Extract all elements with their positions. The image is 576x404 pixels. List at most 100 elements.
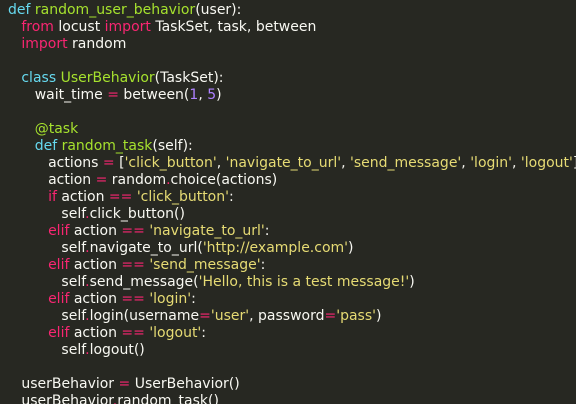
code-token: random_task()	[117, 393, 219, 404]
code-token: action	[73, 325, 122, 341]
code-token: 'Hello, this is a test message!'	[198, 274, 410, 290]
code-token: import	[21, 36, 73, 52]
code-token: )	[409, 274, 415, 290]
code-token: ==	[121, 223, 145, 239]
code-token: elif	[48, 257, 74, 273]
code-token: ==	[108, 189, 133, 205]
code-line: if action == 'click_button':	[8, 189, 576, 206]
code-token: 'login'	[470, 155, 513, 171]
code-token: userBehavior	[21, 393, 113, 404]
code-token: action	[73, 291, 122, 307]
code-token: (user):	[195, 2, 242, 18]
code-token: from	[21, 19, 59, 35]
code-token: self	[61, 274, 86, 290]
code-token: @task	[34, 121, 79, 137]
code-token: 'user'	[210, 308, 250, 324]
code-token: )	[216, 87, 222, 103]
code-token: )	[348, 240, 354, 256]
code-token: :	[260, 257, 266, 273]
code-line: import random	[8, 36, 576, 53]
code-token: action	[61, 189, 109, 205]
code-token: (TaskSet):	[154, 70, 224, 86]
code-token: elif	[48, 223, 74, 239]
code-token: ==	[121, 257, 145, 273]
code-token: click_button()	[89, 206, 185, 222]
code-token: =	[118, 376, 131, 392]
code-line: def random_task(self):	[8, 138, 576, 155]
code-token: :	[191, 291, 196, 307]
code-token: TaskSet, task, between	[155, 19, 317, 35]
code-token: random_task	[61, 138, 153, 154]
code-line: elif action == 'navigate_to_url':	[8, 223, 576, 240]
code-token: self	[61, 240, 86, 256]
code-token: choice(actions)	[170, 172, 278, 188]
code-token: [	[114, 155, 125, 171]
code-token: 'navigate_to_url'	[149, 223, 265, 239]
code-line: action = random.choice(actions)	[8, 172, 576, 189]
code-line: from locust import TaskSet, task, betwee…	[8, 19, 576, 36]
code-token: 'send_message'	[350, 155, 462, 171]
code-token: =	[95, 172, 108, 188]
code-token: def	[8, 2, 35, 18]
code-token: UserBehavior	[60, 70, 155, 86]
code-line: @task	[8, 121, 576, 138]
code-token: 'send_message'	[149, 257, 261, 273]
code-token: ==	[121, 291, 145, 307]
code-editor[interactable]: def random_user_behavior(user): from loc…	[0, 0, 576, 404]
code-line: userBehavior.random_task()	[8, 393, 576, 404]
code-token: def	[34, 138, 62, 154]
code-token: if	[48, 189, 62, 205]
code-token: action	[48, 172, 96, 188]
code-token: ==	[121, 325, 145, 341]
code-token: locust	[58, 19, 105, 35]
code-line: elif action == 'login':	[8, 291, 576, 308]
code-token: random_user_behavior	[34, 2, 196, 18]
code-token: elif	[48, 325, 74, 341]
code-token: (self):	[152, 138, 193, 154]
code-token: random	[107, 172, 167, 188]
code-line: userBehavior = UserBehavior()	[8, 376, 576, 393]
code-token: 'navigate_to_url'	[225, 155, 342, 171]
code-token: 5	[207, 87, 217, 103]
code-line: wait_time = between(1, 5)	[8, 87, 576, 104]
code-token: :	[264, 223, 270, 239]
code-token: 'pass'	[336, 308, 376, 324]
code-line: actions = ['click_button', 'navigate_to_…	[8, 155, 576, 172]
code-token: send_message(	[89, 274, 199, 290]
code-token: =	[199, 308, 211, 324]
code-token: action	[73, 257, 122, 273]
code-line: elif action == 'logout':	[8, 325, 576, 342]
code-token: UserBehavior()	[130, 376, 240, 392]
code-token: login(username	[89, 308, 200, 324]
code-token: :	[228, 189, 234, 205]
code-token: 1	[189, 87, 199, 103]
code-token: self	[61, 342, 86, 358]
code-token: ,	[341, 155, 350, 171]
code-token: elif	[48, 291, 74, 307]
code-token: =	[107, 87, 119, 103]
code-token: actions	[48, 155, 103, 171]
code-token: ,	[198, 87, 208, 103]
code-token: ,	[512, 155, 521, 171]
code-token: 'login'	[149, 291, 192, 307]
code-token: 'logout'	[520, 155, 573, 171]
code-token: ,	[461, 155, 471, 171]
code-token: between(	[118, 87, 190, 103]
code-token: 'logout'	[149, 325, 202, 341]
code-line: elif action == 'send_message':	[8, 257, 576, 274]
code-line: self.click_button()	[8, 206, 576, 223]
code-token: 'click_button'	[124, 155, 217, 171]
code-line: def random_user_behavior(user):	[8, 2, 576, 19]
code-token: import	[104, 19, 156, 35]
code-token: userBehavior	[21, 376, 119, 392]
code-token: =	[102, 155, 115, 171]
code-line: self.logout()	[8, 342, 576, 359]
code-token: 'click_button'	[136, 189, 229, 205]
code-token: , password	[249, 308, 325, 324]
code-token: action	[73, 223, 122, 239]
code-line: self.send_message('Hello, this is a test…	[8, 274, 576, 291]
code-line: self.login(username='user', password='pa…	[8, 308, 576, 325]
